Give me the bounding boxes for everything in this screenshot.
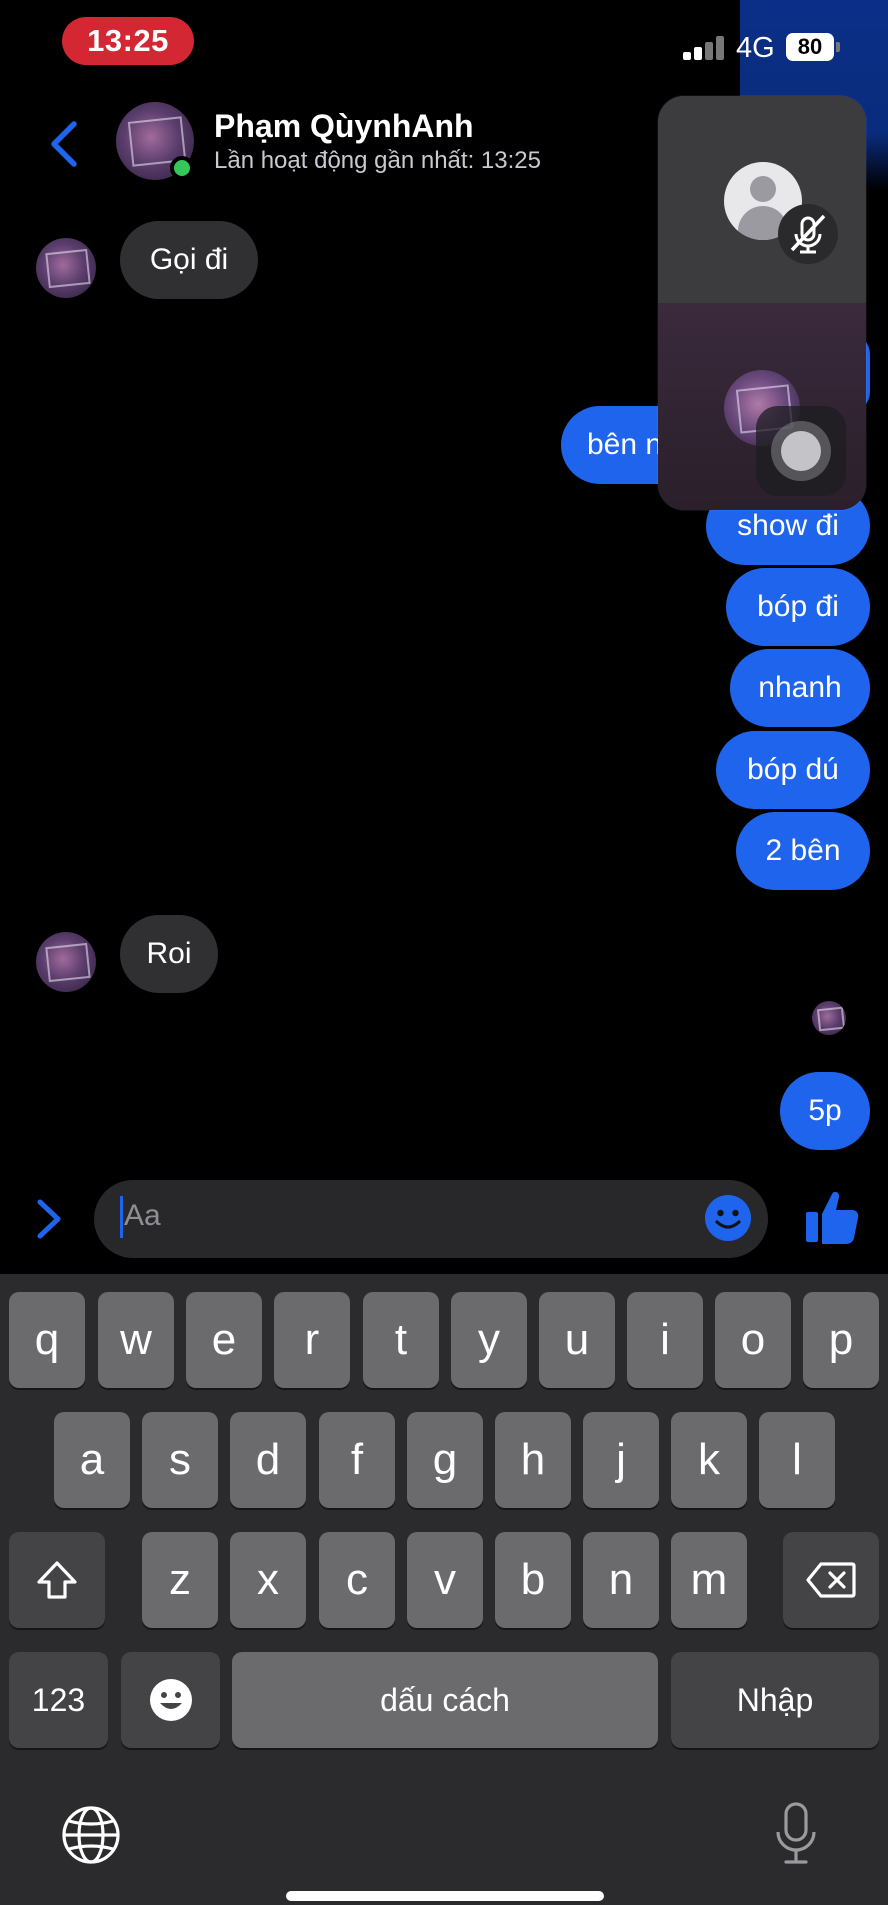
mic-muted-icon [778,204,838,264]
key-x[interactable]: x [230,1532,306,1628]
message-bubble-outgoing[interactable]: 5p [780,1072,870,1150]
key-c[interactable]: c [319,1532,395,1628]
key-g[interactable]: g [407,1412,483,1508]
message-bubble-outgoing[interactable]: nhanh [730,649,870,727]
shift-key[interactable] [9,1532,105,1628]
emoji-icon [149,1679,192,1721]
key-w[interactable]: w [98,1292,174,1388]
key-t[interactable]: t [363,1292,439,1388]
message-bubble-incoming[interactable]: Roi [120,915,218,993]
key-z[interactable]: z [142,1532,218,1628]
message-bubble-outgoing[interactable]: bóp dú [716,731,870,809]
emoji-key[interactable] [121,1652,220,1748]
key-d[interactable]: d [230,1412,306,1508]
key-b[interactable]: b [495,1532,571,1628]
home-indicator[interactable] [286,1891,604,1901]
shift-icon [37,1561,77,1599]
sender-avatar[interactable] [36,932,96,992]
signal-icon [683,36,733,60]
contact-name[interactable]: Phạm QùynhAnh [214,108,474,145]
backspace-icon [806,1562,856,1598]
key-o[interactable]: o [715,1292,791,1388]
message-input[interactable] [94,1180,768,1258]
key-m[interactable]: m [671,1532,747,1628]
assistive-touch-button[interactable] [756,406,846,496]
key-l[interactable]: l [759,1412,835,1508]
key-r[interactable]: r [274,1292,350,1388]
key-v[interactable]: v [407,1532,483,1628]
chevron-right-icon[interactable] [34,1196,64,1242]
key-f[interactable]: f [319,1412,395,1508]
thumbs-up-icon[interactable] [804,1188,860,1246]
space-key[interactable]: dấu cách [232,1652,658,1748]
key-n[interactable]: n [583,1532,659,1628]
microphone-icon[interactable] [774,1800,818,1868]
key-j[interactable]: j [583,1412,659,1508]
key-u[interactable]: u [539,1292,615,1388]
text-caret [120,1196,123,1238]
seen-receipt-avatar [812,1001,846,1035]
back-icon[interactable] [44,118,84,170]
key-a[interactable]: a [54,1412,130,1508]
network-type: 4G [736,32,775,64]
numbers-key[interactable]: 123 [9,1652,108,1748]
key-y[interactable]: y [451,1292,527,1388]
status-time[interactable]: 13:25 [62,17,194,65]
backspace-key[interactable] [783,1532,879,1628]
sender-avatar[interactable] [36,238,96,298]
message-bubble-outgoing[interactable]: 2 bên [736,812,870,890]
globe-icon[interactable] [60,1804,122,1866]
key-e[interactable]: e [186,1292,262,1388]
key-k[interactable]: k [671,1412,747,1508]
status-bar: 13:25 4G 80 [0,0,888,190]
message-bubble-incoming[interactable]: Gọi đi [120,221,258,299]
message-input-placeholder: Aa [124,1199,161,1232]
message-bubble-outgoing[interactable]: bóp đi [726,568,870,646]
battery-icon: 80 [786,33,834,61]
key-p[interactable]: p [803,1292,879,1388]
battery-tip [836,42,840,52]
online-indicator [170,156,194,180]
key-i[interactable]: i [627,1292,703,1388]
smile-icon[interactable] [704,1194,752,1242]
return-key[interactable]: Nhập [671,1652,879,1748]
key-s[interactable]: s [142,1412,218,1508]
key-q[interactable]: q [9,1292,85,1388]
call-pip-window[interactable] [658,96,866,510]
key-h[interactable]: h [495,1412,571,1508]
contact-status: Lần hoạt động gần nhất: 13:25 [214,147,541,174]
